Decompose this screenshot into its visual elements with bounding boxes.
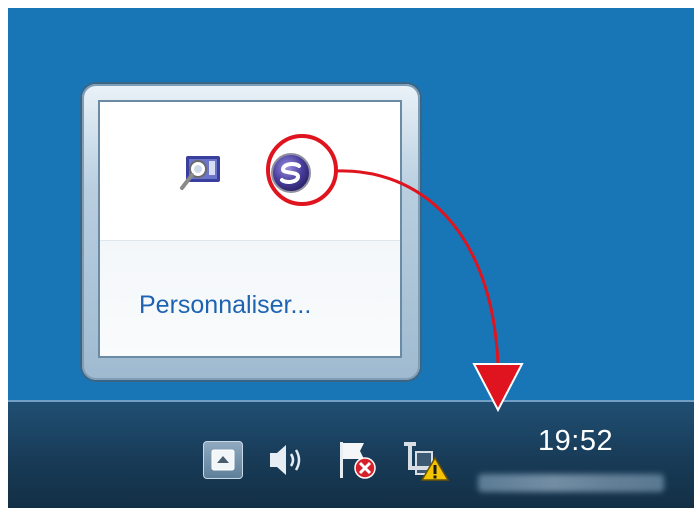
- search-camera-icon[interactable]: [178, 150, 226, 194]
- action-center-flag-icon[interactable]: [334, 438, 382, 482]
- notification-overflow-flyout: Personnaliser...: [82, 84, 420, 380]
- customize-link[interactable]: Personnaliser...: [139, 291, 311, 320]
- flyout-panel: Personnaliser...: [98, 100, 402, 358]
- hidden-icons-area: [100, 102, 400, 242]
- clock-date-blurred: [478, 474, 664, 492]
- chevron-up-icon: [211, 449, 235, 471]
- scansnap-manager-icon[interactable]: [270, 152, 312, 194]
- network-warning-icon[interactable]: [402, 438, 452, 484]
- clock-time[interactable]: 19:52: [538, 425, 613, 458]
- volume-icon[interactable]: [266, 440, 312, 480]
- customize-area: Personnaliser...: [100, 241, 400, 356]
- show-hidden-icons-button[interactable]: [203, 441, 243, 479]
